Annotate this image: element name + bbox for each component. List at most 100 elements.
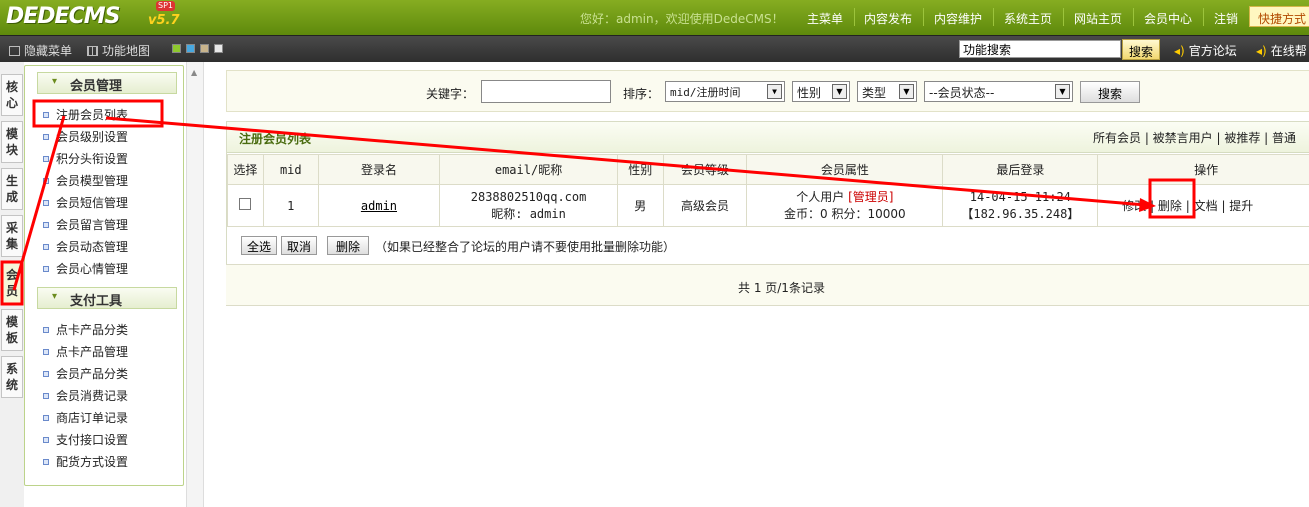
batch-delete-note: （如果已经整合了论坛的用户请不要使用批量删除功能） (375, 240, 676, 254)
keyword-input[interactable] (481, 80, 611, 103)
bullet-icon (43, 244, 49, 250)
sidebar-item-payment-interface[interactable]: 支付接口设置 (43, 431, 128, 448)
sidebar-item-label: 点卡产品分类 (56, 323, 129, 337)
nav-main-menu[interactable]: 主菜单 (807, 10, 843, 27)
level-cell: 高级会员 (662, 184, 748, 227)
status-select[interactable]: --会员状态-- ▼ (924, 81, 1073, 102)
sidebar-item-delivery-method[interactable]: 配货方式设置 (43, 453, 128, 470)
tab-label: 采 集 (5, 221, 18, 251)
scroll-up-icon[interactable]: ▲ (191, 68, 197, 77)
delete-link[interactable]: 删除 (1158, 199, 1182, 213)
nav-logout[interactable]: 注销 (1214, 10, 1238, 27)
nav-member-center[interactable]: 会员中心 (1144, 10, 1192, 27)
tab-member[interactable]: 会 员 (1, 262, 23, 304)
sidebar-item-label: 会员短信管理 (56, 196, 129, 210)
nav-divider (993, 8, 994, 26)
last-login-time: 14-04-15 11:24 (969, 189, 1071, 204)
forum-link[interactable]: ◂) 官方论坛 (1174, 42, 1237, 59)
column-header: mid (262, 154, 319, 185)
sidebar-item-member-product-category[interactable]: 会员产品分类 (43, 365, 128, 382)
cancel-selection-button[interactable]: 取消 (281, 236, 317, 255)
attr-cell: 个人用户 [管理员] 金币：0 积分：10000 (746, 184, 944, 227)
member-filter-links[interactable]: 所有会员 | 被禁言用户 | 被推荐 | 普通 (1093, 129, 1296, 146)
pagination-bar: 共 1 页/1条记录 (226, 264, 1309, 306)
sidebar-item-label: 支付接口设置 (56, 433, 129, 447)
sidebar-item-label: 会员级别设置 (56, 130, 129, 144)
bullet-icon (43, 415, 49, 421)
gender-select[interactable]: 性别 ▼ (792, 81, 850, 102)
select-all-button[interactable]: 全选 (241, 236, 277, 255)
promote-link[interactable]: 提升 (1229, 199, 1253, 213)
chevron-down-icon: ▼ (832, 84, 847, 99)
email-text: 2838802510qq.com (470, 189, 587, 204)
skin-swatch-gray[interactable] (214, 44, 223, 53)
bullet-icon (43, 112, 49, 118)
column-header: email/昵称 (439, 154, 618, 185)
sidebar-item-member-level[interactable]: 会员级别设置 (43, 128, 128, 145)
nav-divider (923, 8, 924, 26)
bullet-icon (43, 459, 49, 465)
section-header-payment-tools[interactable]: ▾ 支付工具 (37, 287, 177, 309)
sidebar-scrollbar[interactable]: ▲ (186, 62, 204, 507)
function-search-input[interactable] (959, 40, 1121, 58)
function-search-button[interactable]: 搜索 (1122, 39, 1160, 60)
sidebar-item-label: 点卡产品管理 (56, 345, 129, 359)
column-header: 最后登录 (942, 154, 1099, 185)
bullet-icon (43, 178, 49, 184)
tab-generate[interactable]: 生 成 (1, 168, 23, 210)
batch-delete-button[interactable]: 删除 (327, 236, 369, 255)
grid-icon (87, 46, 98, 56)
shortcut-button[interactable]: 快捷方式 (1249, 6, 1309, 27)
section-header-member-management[interactable]: ▾ 会员管理 (37, 72, 177, 94)
nav-content-publish[interactable]: 内容发布 (864, 10, 912, 27)
tab-system[interactable]: 系 统 (1, 356, 23, 398)
column-header: 选择 (227, 154, 264, 185)
sidebar-item-member-list[interactable]: 注册会员列表 (43, 106, 128, 123)
skin-swatch-green[interactable] (172, 44, 181, 53)
sidebar-item-points-title[interactable]: 积分头衔设置 (43, 150, 128, 167)
sidebar-item-label: 会员模型管理 (56, 174, 129, 188)
skin-swatch-blue[interactable] (186, 44, 195, 53)
hide-menu-button[interactable]: 隐藏菜单 (9, 42, 72, 59)
sidebar-item-member-model[interactable]: 会员模型管理 (43, 172, 128, 189)
member-list-title: 注册会员列表 (239, 132, 312, 146)
row-checkbox[interactable] (239, 198, 252, 210)
sidebar-item-card-category[interactable]: 点卡产品分类 (43, 321, 128, 338)
sidebar-item-member-message[interactable]: 会员留言管理 (43, 216, 128, 233)
skin-swatch-tan[interactable] (200, 44, 209, 53)
documents-link[interactable]: 文档 (1194, 199, 1218, 213)
nav-content-maintain[interactable]: 内容维护 (934, 10, 982, 27)
search-button[interactable]: 搜索 (1080, 81, 1140, 103)
nav-system-home[interactable]: 系统主页 (1004, 10, 1052, 27)
keyword-label: 关键字： (426, 87, 475, 101)
column-header: 会员属性 (746, 154, 944, 185)
sidebar-menu: ▾ 会员管理 注册会员列表 会员级别设置 积分头衔设置 会员模型管理 会员短信管… (24, 65, 184, 486)
tab-collect[interactable]: 采 集 (1, 215, 23, 257)
tab-module[interactable]: 模 块 (1, 121, 23, 163)
sort-select[interactable]: mid/注册时间 ▼ (665, 81, 785, 102)
sidebar-item-label: 会员动态管理 (56, 240, 129, 254)
edit-link[interactable]: 修改 (1122, 199, 1146, 213)
sidebar-item-member-activity[interactable]: 会员动态管理 (43, 238, 128, 255)
tab-core[interactable]: 核 心 (1, 74, 23, 116)
module-tabs: 核 心 模 块 生 成 采 集 会 员 模 板 系 统 (0, 62, 24, 507)
nav-site-home[interactable]: 网站主页 (1074, 10, 1122, 27)
mid-cell: 1 (262, 184, 319, 227)
help-link[interactable]: ◂) 在线帮 (1256, 42, 1307, 59)
bullet-icon (43, 349, 49, 355)
sidebar-item-member-sms[interactable]: 会员短信管理 (43, 194, 128, 211)
sidebar-item-consumption-records[interactable]: 会员消费记录 (43, 387, 128, 404)
dedecms-logo: DEDECMS (6, 4, 120, 29)
sidebar-item-label: 会员产品分类 (56, 367, 129, 381)
sidebar-item-card-management[interactable]: 点卡产品管理 (43, 343, 128, 360)
username-link[interactable]: admin (361, 199, 397, 213)
nav-divider (1133, 8, 1134, 26)
site-map-button[interactable]: 功能地图 (87, 42, 150, 59)
column-header: 会员等级 (662, 154, 748, 185)
nickname-text: 昵称: admin (491, 206, 566, 221)
tab-template[interactable]: 模 板 (1, 309, 23, 351)
sidebar-item-shop-orders[interactable]: 商店订单记录 (43, 409, 128, 426)
column-header: 登录名 (317, 154, 441, 185)
sidebar-item-member-mood[interactable]: 会员心情管理 (43, 260, 128, 277)
type-select[interactable]: 类型 ▼ (857, 81, 917, 102)
